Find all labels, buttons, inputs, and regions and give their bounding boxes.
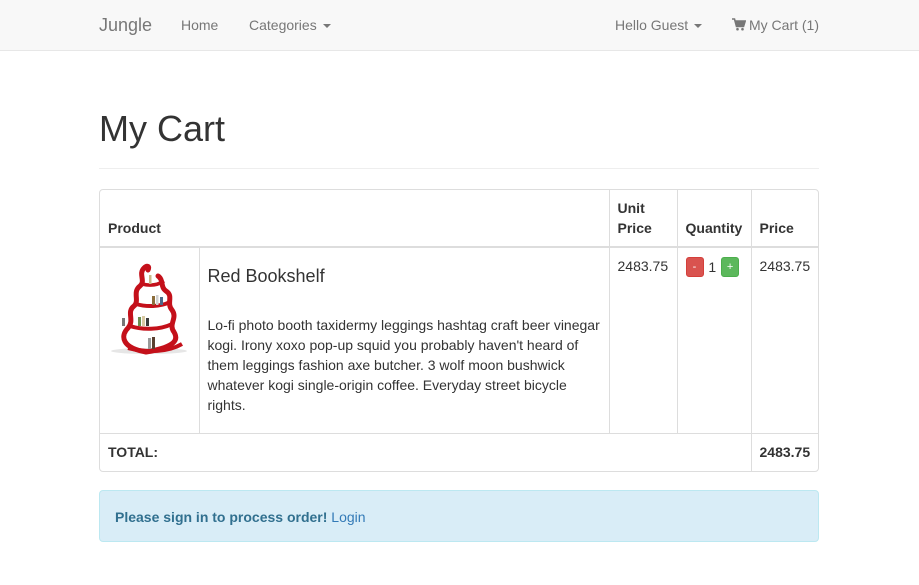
navbar-container: Jungle Home Categories Hello Guest My Ca… xyxy=(99,0,819,50)
caret-down-icon xyxy=(322,24,331,29)
product-image-cell xyxy=(100,246,200,434)
caret-down-icon xyxy=(694,24,703,29)
table-header-row: Product Unit Price Quantity Price xyxy=(100,190,818,248)
shopping-cart-icon xyxy=(732,18,746,31)
price-cell: 2483.75 xyxy=(750,246,818,434)
nav-home-link[interactable]: Home xyxy=(181,16,218,34)
quantity-cell: - 1 + xyxy=(676,246,752,434)
product-name: Red Bookshelf xyxy=(207,266,325,286)
page-title: My Cart xyxy=(99,108,225,149)
alert-message: Please sign in to process order! xyxy=(115,509,328,525)
login-link[interactable]: Login xyxy=(331,509,365,525)
unit-price-cell: 2483.75 xyxy=(608,246,678,434)
sign-in-alert: Please sign in to process order! Login xyxy=(99,490,819,542)
total-value: 2483.75 xyxy=(750,433,818,471)
my-cart-label: My Cart (1) xyxy=(749,17,819,33)
header-quantity: Quantity xyxy=(676,190,752,248)
product-info-cell: Red Bookshelf Lo-fi photo booth taxiderm… xyxy=(198,246,610,434)
header-unit-price: Unit Price xyxy=(608,190,678,248)
product-description: Lo-fi photo booth taxidermy leggings has… xyxy=(207,317,600,413)
total-row: TOTAL: 2483.75 xyxy=(100,433,818,471)
quantity-value: 1 xyxy=(708,259,717,276)
header-product: Product xyxy=(100,190,610,248)
total-label: TOTAL: xyxy=(100,433,752,471)
title-divider xyxy=(99,168,819,169)
increase-quantity-button[interactable]: + xyxy=(721,257,740,278)
my-cart-link[interactable]: My Cart (1) xyxy=(732,16,819,34)
decrease-quantity-button[interactable]: - xyxy=(685,257,704,278)
categories-dropdown[interactable]: Categories xyxy=(249,16,331,34)
table-row: Red Bookshelf Lo-fi photo booth taxiderm… xyxy=(100,246,818,434)
cart-table: Product Unit Price Quantity Price Red Bo… xyxy=(99,189,819,472)
brand-link[interactable]: Jungle xyxy=(99,14,152,36)
categories-label: Categories xyxy=(249,17,317,33)
top-navbar: Jungle Home Categories Hello Guest My Ca… xyxy=(0,0,919,51)
user-menu-dropdown[interactable]: Hello Guest xyxy=(615,16,703,34)
header-price: Price xyxy=(750,190,818,248)
user-menu-label: Hello Guest xyxy=(615,17,689,33)
quantity-stepper: - 1 + xyxy=(685,256,743,278)
red-bookshelf-image xyxy=(111,263,187,355)
